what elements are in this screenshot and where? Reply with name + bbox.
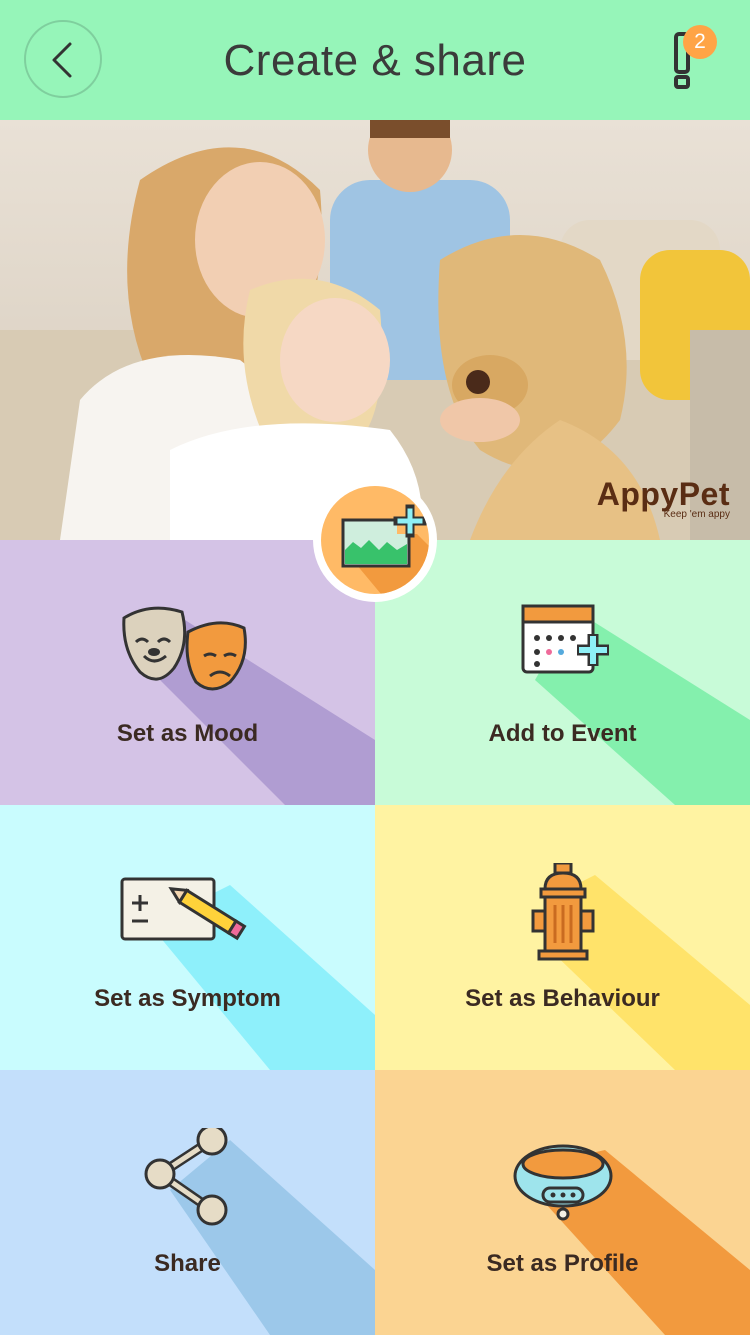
mood-masks-icon xyxy=(121,606,247,691)
add-photo-button[interactable] xyxy=(313,478,437,602)
fire-hydrant-icon xyxy=(531,863,594,961)
set-as-behaviour-tile[interactable]: Set as Behaviour xyxy=(375,805,750,1070)
set-as-behaviour-label: Set as Behaviour xyxy=(465,985,660,1012)
set-as-profile-label: Set as Profile xyxy=(486,1250,639,1277)
set-as-profile-tile[interactable]: Set as Profile xyxy=(375,1070,750,1335)
share-tile[interactable]: Share xyxy=(0,1070,375,1335)
notification-badge: 2 xyxy=(683,25,717,59)
set-as-mood-label: Set as Mood xyxy=(116,720,259,747)
set-as-symptom-label: Set as Symptom xyxy=(94,985,281,1012)
calendar-add-icon xyxy=(521,604,609,674)
add-to-event-label: Add to Event xyxy=(488,720,637,747)
page-title: Create & share xyxy=(223,36,527,85)
top-bar: Create & share 2 xyxy=(0,0,750,120)
add-to-event-tile[interactable]: Add to Event xyxy=(375,540,750,805)
brand-name: AppyPet xyxy=(596,476,730,512)
collar-icon xyxy=(513,1144,612,1221)
share-icon xyxy=(144,1128,227,1226)
set-as-symptom-tile[interactable]: Set as Symptom xyxy=(0,805,375,1070)
set-as-mood-tile[interactable]: Set as Mood xyxy=(0,540,375,805)
share-label: Share xyxy=(154,1250,221,1277)
notepad-pencil-icon xyxy=(120,877,247,941)
add-image-icon xyxy=(341,504,429,594)
brand-watermark: AppyPet Keep 'em appy xyxy=(597,476,730,520)
